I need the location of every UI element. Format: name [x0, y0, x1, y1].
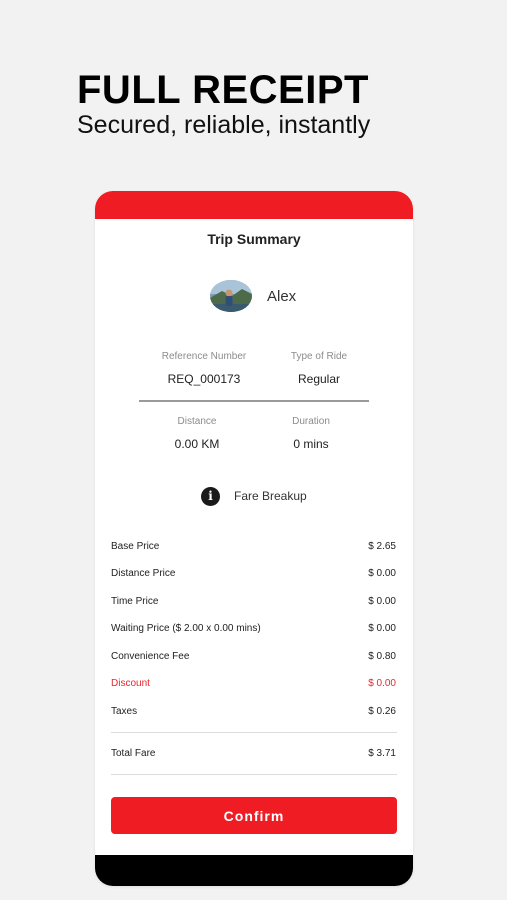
- status-bar: [95, 191, 413, 219]
- driver-avatar: [210, 280, 252, 312]
- distance-label: Distance: [177, 416, 217, 427]
- ride-type-value: Regular: [297, 372, 341, 386]
- fare-row-base-price: Base Price $ 2.65: [111, 541, 396, 552]
- fare-row-label: Convenience Fee: [111, 651, 190, 662]
- fare-row-value: $ 0.26: [368, 706, 396, 717]
- navigation-bar: [95, 855, 413, 886]
- fare-row-waiting-price: Waiting Price ($ 2.00 x 0.00 mins) $ 0.0…: [111, 623, 396, 634]
- total-fare-label: Total Fare: [111, 748, 156, 759]
- distance-value: 0.00 KM: [174, 437, 220, 451]
- promo-subtitle: Secured, reliable, instantly: [77, 111, 371, 139]
- fare-breakup-label: Fare Breakup: [234, 489, 307, 503]
- fare-row-label: Taxes: [111, 706, 138, 717]
- confirm-button[interactable]: Confirm: [111, 797, 397, 834]
- fare-row-total: Total Fare $ 3.71: [111, 748, 396, 759]
- fare-row-label: Distance Price: [111, 568, 176, 579]
- fare-row-label: Waiting Price ($ 2.00 x 0.00 mins): [111, 623, 261, 634]
- ride-type-label: Type of Ride: [290, 351, 348, 362]
- screen-title: Trip Summary: [207, 231, 301, 247]
- total-fare-value: $ 3.71: [368, 748, 396, 759]
- phone-frame: Trip Summary Alex Reference Number REQ_0…: [95, 191, 413, 886]
- reference-number-label: Reference Number: [161, 351, 247, 362]
- fare-row-distance-price: Distance Price $ 0.00: [111, 568, 396, 579]
- fare-row-label: Discount: [111, 678, 150, 689]
- avatar-photo: [210, 280, 252, 312]
- reference-number-value: REQ_000173: [167, 372, 241, 386]
- fare-row-taxes: Taxes $ 0.26: [111, 706, 396, 717]
- fare-row-value: $ 0.80: [368, 651, 396, 662]
- fare-breakup-toggle[interactable]: i Fare Breakup: [201, 486, 307, 506]
- promo-title: FULL RECEIPT: [77, 68, 369, 112]
- info-icon: i: [201, 486, 220, 506]
- fare-row-label: Base Price: [111, 541, 160, 552]
- fare-row-label: Time Price: [111, 596, 159, 607]
- duration-label: Duration: [292, 416, 330, 427]
- fare-row-convenience-fee: Convenience Fee $ 0.80: [111, 651, 396, 662]
- fare-row-value: $ 0.00: [368, 623, 396, 634]
- fare-row-value: $ 0.00: [368, 678, 396, 689]
- duration-value: 0 mins: [293, 437, 329, 451]
- fare-row-value: $ 2.65: [368, 541, 396, 552]
- fare-row-time-price: Time Price $ 0.00: [111, 596, 396, 607]
- fare-row-discount: Discount $ 0.00: [111, 678, 396, 689]
- driver-name: Alex: [267, 288, 297, 305]
- fare-row-value: $ 0.00: [368, 568, 396, 579]
- total-divider-bottom: [111, 774, 397, 775]
- info-divider: [139, 400, 369, 402]
- fare-row-value: $ 0.00: [368, 596, 396, 607]
- total-divider-top: [111, 732, 397, 733]
